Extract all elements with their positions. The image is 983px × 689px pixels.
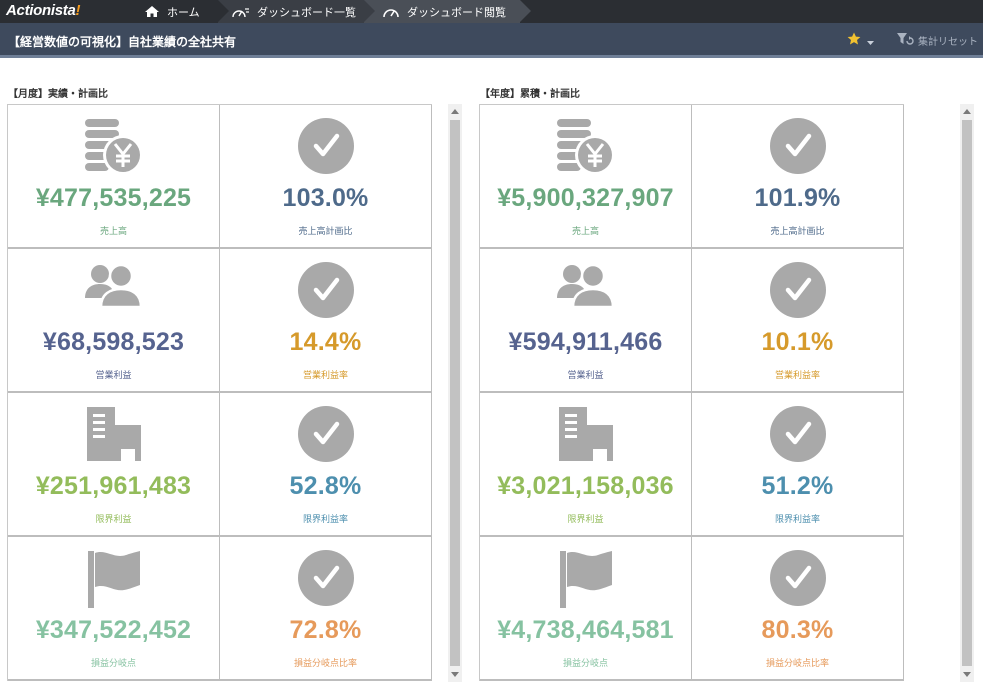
kpi-label: 損益分岐点 — [562, 658, 608, 668]
kpi-tile[interactable]: 14.4% 営業利益率 — [220, 249, 432, 393]
building-icon — [557, 405, 615, 468]
kpi-value: ¥477,535,225 — [35, 184, 192, 212]
kpi-value: 103.0% — [282, 184, 369, 212]
kpi-value: 10.1% — [761, 328, 834, 356]
kpi-value: ¥594,911,466 — [508, 328, 663, 356]
kpi-value: ¥4,738,464,581 — [497, 616, 674, 644]
kpi-label: 営業利益 — [567, 370, 604, 380]
kpi-tile[interactable]: ¥68,598,523 営業利益 — [8, 249, 220, 393]
kpi-tile[interactable]: 10.1% 営業利益率 — [692, 249, 904, 393]
top-nav-bar: Actionista! ダッシュボード閲覧 ダッシュボード一覧 ホーム — [0, 0, 983, 23]
reset-label: 集計リセット — [918, 37, 978, 48]
kpi-value: ¥251,961,483 — [35, 472, 192, 500]
check-circle-icon — [769, 549, 827, 612]
yearly-panel-title: 【年度】累積・計画比 — [480, 89, 580, 100]
check-circle-icon — [297, 117, 355, 180]
scroll-up-icon[interactable] — [963, 109, 971, 114]
kpi-value: 101.9% — [754, 184, 841, 212]
kpi-label: 営業利益 — [95, 370, 132, 380]
kpi-tile[interactable]: ¥347,522,452 損益分岐点 — [8, 537, 220, 681]
kpi-value: ¥347,522,452 — [35, 616, 192, 644]
breadcrumb-dashboard-list[interactable]: ダッシュボード一覧 — [218, 0, 375, 23]
kpi-label: 限界利益率 — [302, 514, 348, 524]
check-circle-icon — [297, 261, 355, 324]
check-circle-icon — [297, 549, 355, 612]
filter-reset-icon — [896, 32, 918, 49]
kpi-label: 営業利益率 — [774, 370, 820, 380]
kpi-label: 売上高 — [99, 226, 127, 236]
monthly-kpi-grid: ¥477,535,225 売上高 103.0% 売上高計画比 ¥68,598,523 営業… — [7, 104, 432, 681]
reset-aggregation-button[interactable]: 集計リセット — [896, 32, 978, 49]
breadcrumb-dashboard-view[interactable]: ダッシュボード閲覧 — [364, 0, 531, 23]
kpi-label: 売上高計画比 — [298, 226, 353, 236]
scroll-thumb[interactable] — [962, 120, 972, 666]
kpi-value: ¥5,900,327,907 — [497, 184, 674, 212]
kpi-tile[interactable]: ¥477,535,225 売上高 — [8, 105, 220, 249]
scroll-down-icon[interactable] — [451, 672, 459, 677]
users-icon — [83, 261, 145, 314]
yearly-scrollbar[interactable] — [960, 104, 974, 682]
app-logo[interactable]: Actionista! — [6, 2, 81, 19]
users-icon — [555, 261, 617, 314]
kpi-value: 51.2% — [761, 472, 834, 500]
breadcrumb-label: ダッシュボード閲覧 — [407, 6, 506, 19]
kpi-label: 損益分岐点比率 — [293, 658, 357, 668]
yen-coins-icon — [83, 117, 145, 182]
kpi-value: 80.3% — [761, 616, 834, 644]
chevron-down-icon — [867, 32, 874, 50]
check-circle-icon — [769, 261, 827, 324]
flag-icon — [86, 549, 142, 614]
dashboard-title: 【経営数値の可視化】自社業績の全社共有 — [8, 35, 237, 49]
monthly-scrollbar[interactable] — [448, 104, 462, 682]
monthly-panel-title: 【月度】実績・計画比 — [8, 89, 108, 100]
kpi-label: 売上高計画比 — [770, 226, 825, 236]
kpi-tile[interactable]: ¥251,961,483 限界利益 — [8, 393, 220, 537]
dashboard-title-bar: 【経営数値の可視化】自社業績の全社共有 集計リセット — [0, 23, 983, 58]
kpi-value: ¥68,598,523 — [42, 328, 185, 356]
kpi-label: 限界利益率 — [774, 514, 820, 524]
kpi-tile[interactable]: 103.0% 売上高計画比 — [220, 105, 432, 249]
check-circle-icon — [769, 405, 827, 468]
kpi-label: 限界利益 — [95, 514, 132, 524]
kpi-label: 限界利益 — [567, 514, 604, 524]
kpi-tile[interactable]: 52.8% 限界利益率 — [220, 393, 432, 537]
kpi-label: 営業利益率 — [302, 370, 348, 380]
yearly-kpi-grid: ¥5,900,327,907 売上高 101.9% 売上高計画比 ¥594,911,46… — [479, 104, 904, 681]
scroll-down-icon[interactable] — [963, 672, 971, 677]
breadcrumb-label: ダッシュボード一覧 — [257, 6, 356, 19]
dashboard-list-icon — [232, 6, 250, 18]
check-circle-icon — [769, 117, 827, 180]
kpi-tile[interactable]: ¥594,911,466 営業利益 — [480, 249, 692, 393]
kpi-tile[interactable]: 51.2% 限界利益率 — [692, 393, 904, 537]
star-icon — [847, 32, 861, 50]
kpi-tile[interactable]: 80.3% 損益分岐点比率 — [692, 537, 904, 681]
kpi-tile[interactable]: 101.9% 売上高計画比 — [692, 105, 904, 249]
yen-coins-icon — [555, 117, 617, 182]
breadcrumb-label: ホーム — [167, 6, 200, 19]
scroll-up-icon[interactable] — [451, 109, 459, 114]
kpi-tile[interactable]: ¥3,021,158,036 限界利益 — [480, 393, 692, 537]
kpi-tile[interactable]: ¥4,738,464,581 損益分岐点 — [480, 537, 692, 681]
check-circle-icon — [297, 405, 355, 468]
flag-icon — [558, 549, 614, 614]
kpi-value: ¥3,021,158,036 — [497, 472, 674, 500]
breadcrumb-home[interactable]: ホーム — [128, 0, 229, 23]
gauge-icon — [382, 6, 400, 18]
kpi-label: 損益分岐点 — [90, 658, 136, 668]
building-icon — [85, 405, 143, 468]
kpi-tile[interactable]: 72.8% 損益分岐点比率 — [220, 537, 432, 681]
kpi-value: 14.4% — [289, 328, 362, 356]
kpi-label: 売上高 — [571, 226, 599, 236]
kpi-value: 52.8% — [289, 472, 362, 500]
scroll-thumb[interactable] — [450, 120, 460, 666]
kpi-label: 損益分岐点比率 — [765, 658, 829, 668]
favorite-button[interactable] — [847, 32, 874, 50]
kpi-value: 72.8% — [289, 616, 362, 644]
kpi-tile[interactable]: ¥5,900,327,907 売上高 — [480, 105, 692, 249]
home-icon — [144, 5, 160, 18]
